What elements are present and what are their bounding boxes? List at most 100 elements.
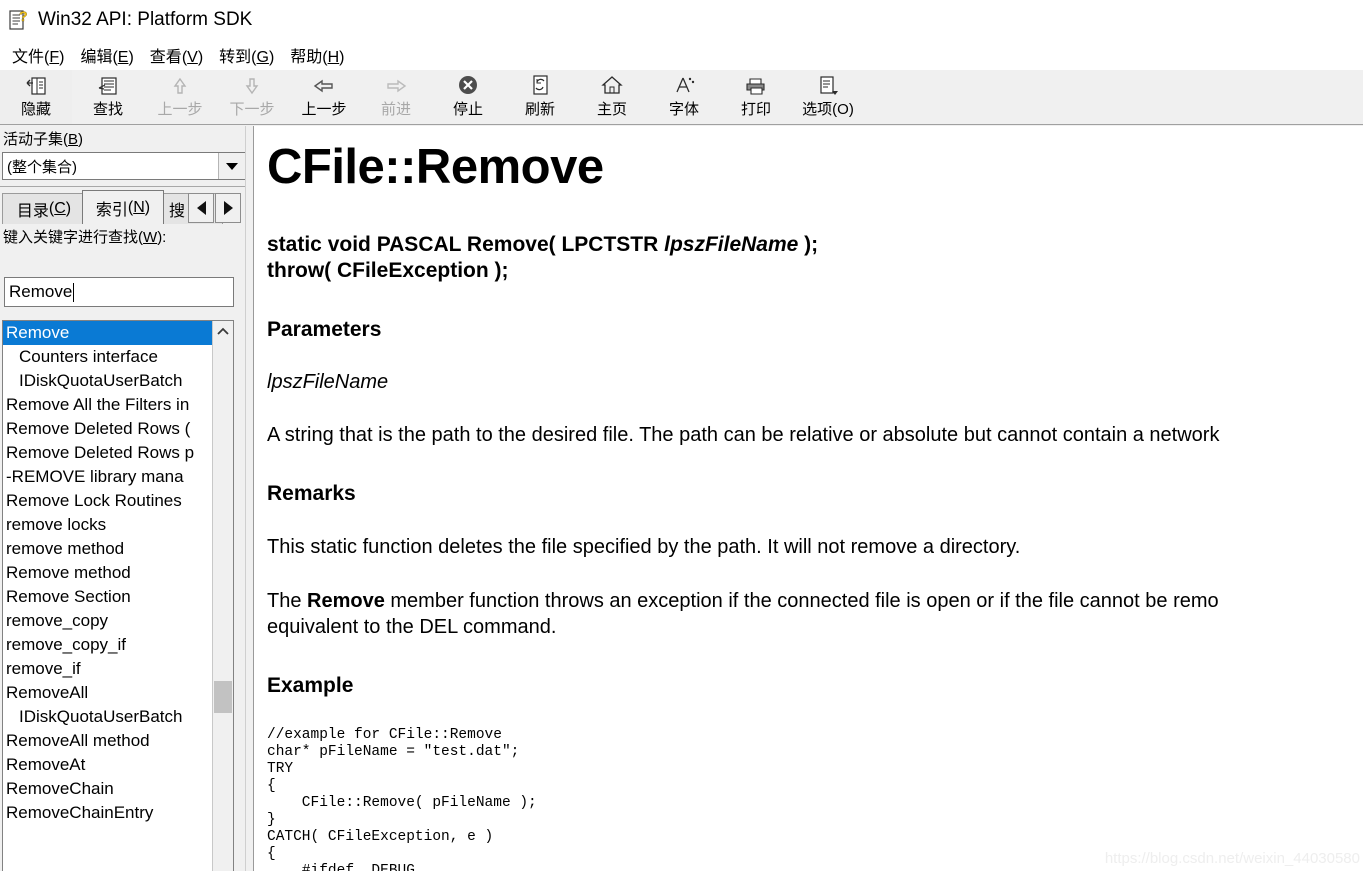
- toolbar-button-stop[interactable]: 停止: [432, 70, 504, 124]
- svg-text:?: ?: [19, 9, 28, 24]
- heading-remarks: Remarks: [267, 482, 356, 506]
- navigation-pane: 活动子集(B) (整个集合) 目录(C) 索引(N) 搜 键入关键字进行查找(W…: [0, 126, 252, 871]
- menu-item-view[interactable]: 查看(V): [142, 41, 211, 69]
- signature-prefix: static void PASCAL Remove( LPCTSTR: [267, 233, 665, 257]
- list-item[interactable]: RemoveChain: [3, 777, 213, 801]
- toolbar-button-hide[interactable]: 隐藏: [0, 70, 72, 124]
- function-signature: static void PASCAL Remove( LPCTSTR lpszF…: [267, 232, 1363, 284]
- pane-splitter[interactable]: [245, 126, 253, 871]
- remarks-p2-line2: equivalent to the DEL command.: [267, 616, 557, 639]
- find-icon: [95, 73, 121, 99]
- topic-content-pane: CFile::Remove static void PASCAL Remove(…: [253, 126, 1363, 871]
- window-title: Win32 API: Platform SDK: [38, 9, 253, 30]
- remarks-p2-suffix: member function throws an exception if t…: [384, 590, 1219, 613]
- arrow-down-icon: [239, 73, 265, 99]
- toolbar-button-font[interactable]: 字体: [648, 70, 720, 124]
- tab-contents-label: 目录: [16, 203, 49, 220]
- pane-divider: [0, 186, 252, 187]
- chevron-down-icon[interactable]: [218, 153, 245, 179]
- parameter-description: A string that is the path to the desired…: [267, 424, 1220, 447]
- menu-label-goto: 转到: [219, 49, 252, 66]
- toolbar-button-options[interactable]: 选项(O): [792, 70, 864, 124]
- tab-index[interactable]: 索引(N): [82, 190, 164, 224]
- help-document-icon: ?: [8, 8, 30, 31]
- list-item[interactable]: Remove Deleted Rows p: [3, 441, 213, 465]
- list-item[interactable]: RemoveAll method: [3, 729, 213, 753]
- tab-contents[interactable]: 目录(C): [2, 193, 86, 224]
- tab-scroll-left-button[interactable]: [188, 193, 214, 223]
- toolbar-label-previous-topic: 上一步: [157, 101, 203, 118]
- list-item[interactable]: IDiskQuotaUserBatch: [3, 369, 213, 393]
- list-item[interactable]: Counters interface: [3, 345, 213, 369]
- list-item[interactable]: remove locks: [3, 513, 213, 537]
- toolbar-button-next-topic[interactable]: 下一步: [216, 70, 288, 124]
- menu-label-edit: 编辑: [80, 49, 113, 66]
- toolbar-button-find[interactable]: 查找: [72, 70, 144, 124]
- list-item[interactable]: Remove Lock Routines: [3, 489, 213, 513]
- scrollbar-thumb[interactable]: [214, 681, 232, 713]
- list-item[interactable]: IDiskQuotaUserBatch: [3, 705, 213, 729]
- options-icon: [815, 73, 841, 99]
- example-code-block: //example for CFile::Remove char* pFileN…: [267, 727, 537, 871]
- list-item[interactable]: remove_if: [3, 657, 213, 681]
- scroll-up-icon[interactable]: [213, 321, 233, 341]
- toolbar-button-refresh[interactable]: 刷新: [504, 70, 576, 124]
- menu-accel-help: H: [327, 49, 340, 66]
- toolbar: 隐藏 查找 上一步 下一步 上一步 前进 停止 刷新 主页 字体 打印 选项(O…: [0, 70, 1363, 125]
- menu-item-file[interactable]: 文件(F): [4, 41, 72, 69]
- tab-scroll-right-button[interactable]: [215, 193, 241, 223]
- help-viewer-window: ? Win32 API: Platform SDK 文件(F) 编辑(E) 查看…: [0, 0, 1363, 871]
- signature-throw: throw( CFileException );: [267, 259, 509, 283]
- list-item[interactable]: RemoveChainEntry: [3, 801, 213, 825]
- menu-bar: 文件(F) 编辑(E) 查看(V) 转到(G) 帮助(H): [0, 40, 1363, 70]
- menu-accel-goto: G: [256, 49, 269, 66]
- title-bar: ? Win32 API: Platform SDK: [0, 0, 1363, 40]
- toolbar-button-previous-topic[interactable]: 上一步: [144, 70, 216, 124]
- index-list[interactable]: Remove Counters interface IDiskQuotaUserBa…: [2, 320, 234, 871]
- list-item[interactable]: remove method: [3, 537, 213, 561]
- active-subset-label-text: 活动子集: [3, 131, 64, 148]
- list-item[interactable]: Remove All the Filters in: [3, 393, 213, 417]
- remarks-paragraph-1: This static function deletes the file sp…: [267, 536, 1021, 559]
- toolbar-label-hide: 隐藏: [20, 101, 51, 118]
- list-item[interactable]: Remove Deleted Rows (: [3, 417, 213, 441]
- printer-icon: [743, 73, 769, 99]
- toolbar-label-back: 上一步: [301, 101, 347, 118]
- toolbar-label-next-topic: 下一步: [229, 101, 275, 118]
- menu-accel-file: F: [49, 49, 60, 66]
- list-item[interactable]: remove_copy: [3, 609, 213, 633]
- toolbar-button-home[interactable]: 主页: [576, 70, 648, 124]
- toolbar-label-refresh: 刷新: [524, 101, 555, 118]
- toolbar-button-back[interactable]: 上一步: [288, 70, 360, 124]
- keyword-input[interactable]: Remove: [4, 277, 234, 307]
- toolbar-button-forward[interactable]: 前进: [360, 70, 432, 124]
- menu-item-help[interactable]: 帮助(H): [282, 41, 352, 69]
- menu-label-view: 查看: [149, 49, 182, 66]
- active-subset-accel: B: [68, 131, 79, 148]
- keyword-input-value: Remove: [9, 282, 73, 301]
- list-item[interactable]: Remove Section: [3, 585, 213, 609]
- keyword-label-text: 键入关键字进行查找: [3, 229, 139, 246]
- list-item[interactable]: Remove method: [3, 561, 213, 585]
- menu-item-goto[interactable]: 转到(G): [211, 41, 282, 69]
- topic-document: CFile::Remove static void PASCAL Remove(…: [254, 141, 1363, 871]
- stop-icon: [455, 73, 481, 99]
- list-item[interactable]: -REMOVE library mana: [3, 465, 213, 489]
- toolbar-button-print[interactable]: 打印: [720, 70, 792, 124]
- active-subset-dropdown[interactable]: (整个集合): [2, 152, 246, 180]
- toolbar-label-home: 主页: [596, 101, 627, 118]
- list-item[interactable]: RemoveAll: [3, 681, 213, 705]
- list-item[interactable]: Remove: [3, 321, 213, 345]
- list-item[interactable]: remove_copy_if: [3, 633, 213, 657]
- arrow-up-icon: [167, 73, 193, 99]
- hide-pane-icon: [23, 73, 49, 99]
- menu-label-file: 文件: [12, 49, 45, 66]
- toolbar-label-font: 字体: [668, 101, 699, 118]
- signature-param: lpszFileName: [664, 233, 799, 257]
- signature-suffix: );: [798, 233, 819, 257]
- nav-tabstrip: 目录(C) 索引(N) 搜: [0, 188, 252, 224]
- list-item[interactable]: RemoveAt: [3, 753, 213, 777]
- menu-item-edit[interactable]: 编辑(E): [72, 41, 141, 69]
- index-list-scrollbar[interactable]: [212, 321, 233, 871]
- menu-label-help: 帮助: [290, 49, 323, 66]
